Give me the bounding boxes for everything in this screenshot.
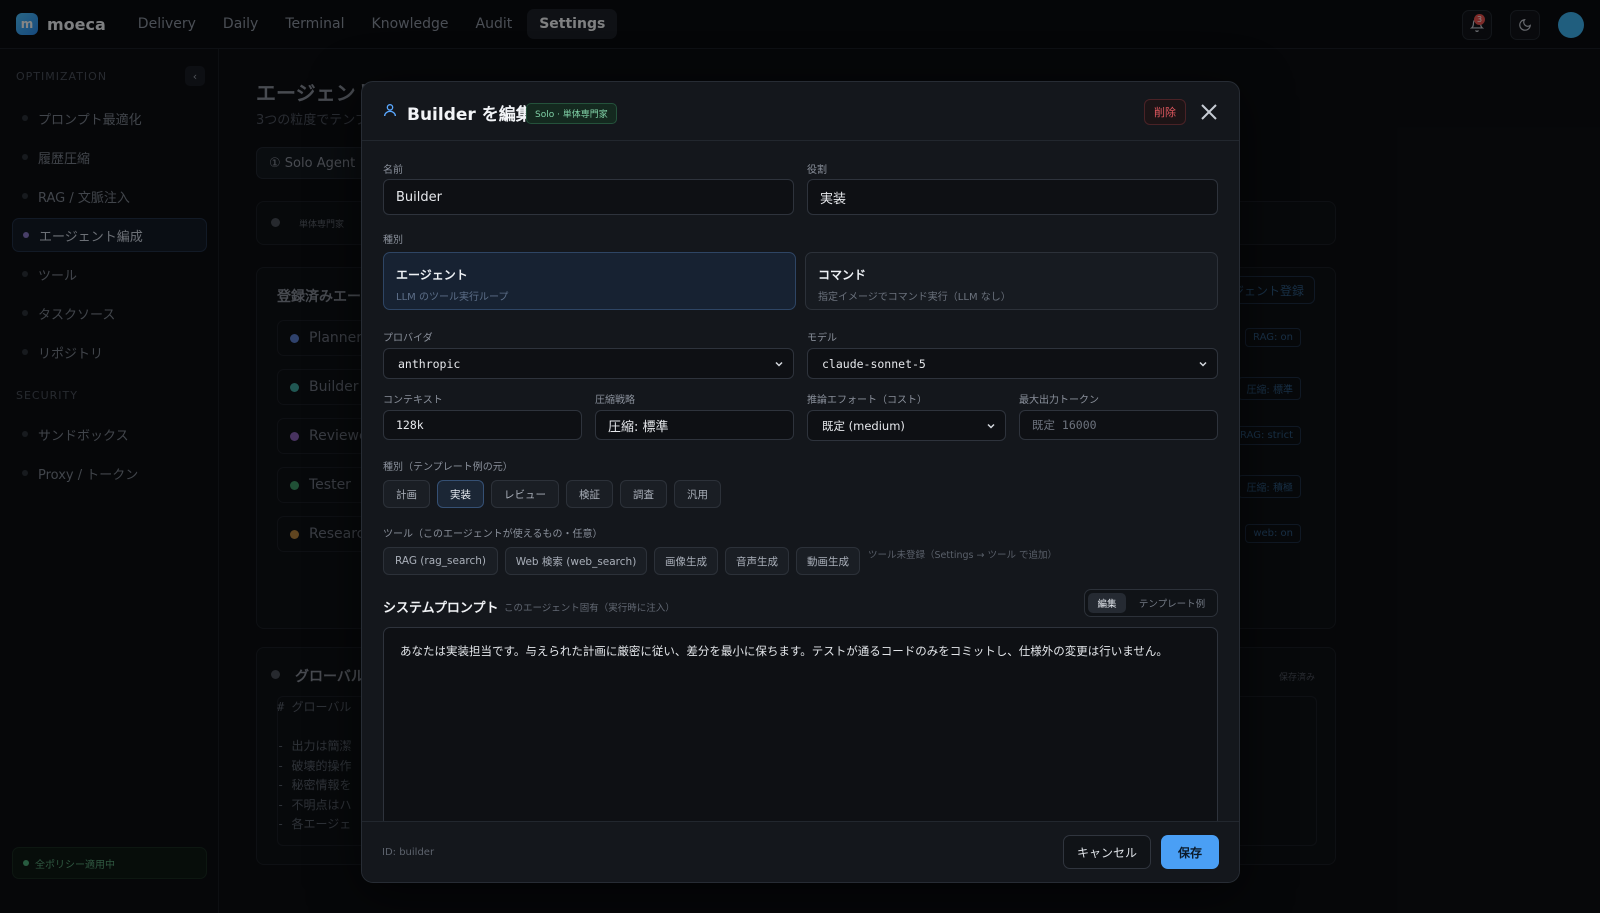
context-label: コンテキスト — [383, 395, 443, 406]
system-prompt-subtitle: このエージェント固有（実行時に注入） — [504, 603, 675, 614]
tab-template-examples[interactable]: テンプレート例 — [1130, 593, 1214, 613]
provider-value: anthropic — [398, 356, 461, 371]
name-input[interactable]: Builder — [383, 179, 794, 215]
user-icon — [384, 104, 396, 117]
tool-chip-image[interactable]: 画像生成 — [654, 547, 718, 575]
tool-chip-audio[interactable]: 音声生成 — [725, 547, 789, 575]
model-select[interactable]: claude-sonnet-5 — [807, 348, 1218, 379]
kind-option-title: エージェント — [396, 268, 468, 282]
system-prompt-textarea[interactable]: あなたは実装担当です。与えられた計画に厳密に従い、差分を最小に保ちます。テストが… — [383, 627, 1218, 827]
context-input[interactable]: 128k — [383, 410, 582, 440]
kind-option-desc: LLM のツール実行ループ — [396, 292, 509, 303]
delete-button[interactable]: 削除 — [1144, 99, 1186, 125]
template-chip-verify[interactable]: 検証 — [566, 480, 613, 508]
tool-chip-web-search[interactable]: Web 検索 (web_search) — [505, 547, 647, 575]
name-label: 名前 — [383, 165, 403, 176]
kind-label: 種別 — [383, 235, 403, 246]
agent-id: ID: builder — [382, 847, 435, 858]
role-input[interactable]: 実装 — [807, 179, 1218, 215]
kind-option-desc: 指定イメージでコマンド実行（LLM なし） — [818, 292, 1011, 303]
role-label: 役割 — [807, 165, 827, 176]
effort-label: 推論エフォート（コスト） — [807, 395, 927, 406]
tab-edit[interactable]: 編集 — [1088, 593, 1126, 613]
cancel-button[interactable]: キャンセル — [1063, 835, 1151, 869]
dialog-footer: ID: builder キャンセル 保存 — [362, 821, 1239, 882]
effort-select[interactable]: 既定 (medium) — [807, 410, 1006, 441]
close-icon[interactable] — [1197, 100, 1221, 124]
dialog-header: Builder を編集 Solo · 単体専門家 削除 — [362, 82, 1239, 141]
kind-option-command[interactable]: コマンド 指定イメージでコマンド実行（LLM なし） — [805, 252, 1218, 310]
agent-type-badge: Solo · 単体専門家 — [526, 103, 617, 124]
kind-option-title: コマンド — [818, 268, 867, 282]
template-chip-research[interactable]: 調査 — [620, 480, 667, 508]
system-prompt-mode-toggle: 編集 テンプレート例 — [1084, 589, 1218, 617]
system-prompt-title: システムプロンプト — [383, 601, 499, 616]
chevron-down-icon — [1199, 361, 1207, 367]
template-chip-plan[interactable]: 計画 — [383, 480, 430, 508]
tools-note: ツール未登録（Settings → ツール で追加） — [868, 550, 1057, 561]
max-tokens-placeholder: 既定 16000 — [1032, 418, 1097, 432]
tool-chip-video[interactable]: 動画生成 — [796, 547, 860, 575]
template-chip-implement[interactable]: 実装 — [437, 480, 484, 508]
tool-chip-rag[interactable]: RAG (rag_search) — [383, 547, 498, 575]
max-tokens-label: 最大出力トークン — [1019, 395, 1099, 406]
dialog-title: Builder を編集 — [407, 105, 533, 125]
edit-agent-dialog: Builder を編集 Solo · 単体専門家 削除 名前 Builder 役… — [361, 81, 1240, 883]
effort-value: 既定 (medium) — [822, 418, 905, 433]
save-button[interactable]: 保存 — [1161, 835, 1219, 869]
provider-label: プロバイダ — [383, 333, 433, 344]
compression-input[interactable]: 圧縮: 標準 — [595, 410, 794, 440]
compression-label: 圧縮戦略 — [595, 395, 635, 406]
kind-option-agent[interactable]: エージェント LLM のツール実行ループ — [383, 252, 796, 310]
chevron-down-icon — [775, 361, 783, 367]
template-chip-general[interactable]: 汎用 — [674, 480, 721, 508]
provider-select[interactable]: anthropic — [383, 348, 794, 379]
template-kind-label: 種別（テンプレート例の元） — [383, 462, 513, 473]
template-chip-review[interactable]: レビュー — [491, 480, 559, 508]
tools-label: ツール（このエージェントが使えるもの・任意） — [383, 529, 603, 540]
model-value: claude-sonnet-5 — [822, 356, 926, 371]
model-label: モデル — [807, 333, 837, 344]
max-tokens-input[interactable]: 既定 16000 — [1019, 410, 1218, 440]
chevron-down-icon — [987, 423, 995, 429]
